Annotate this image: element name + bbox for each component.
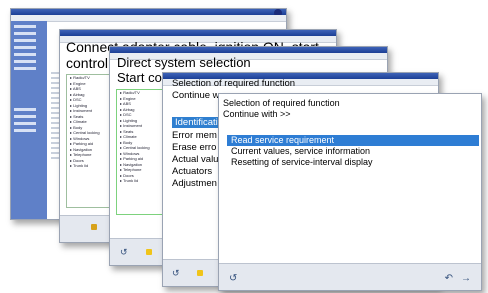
heading-line2: Continue w xyxy=(172,90,220,101)
sidebar-item[interactable] xyxy=(14,53,36,56)
function-item[interactable]: Erase erro xyxy=(172,142,216,153)
heading-line2: Continue with >> xyxy=(223,109,291,119)
function-list: Read service requirement Current values,… xyxy=(227,135,479,168)
function-item-current-values[interactable]: Current values, service information xyxy=(227,146,479,157)
forward-icon[interactable]: → xyxy=(461,273,471,284)
system-tree[interactable]: ▸ Radio/TV ▸ Engine ▸ ABS ▸ Airbag ▸ DSC ▸ Li… xyxy=(116,89,168,215)
warning-icon[interactable] xyxy=(91,224,97,230)
function-item[interactable]: Error mem xyxy=(172,130,217,141)
back-arrow-icon[interactable]: ↺ xyxy=(229,273,237,284)
heading-line1: Direct system selection xyxy=(117,55,251,70)
sidebar-item[interactable] xyxy=(14,46,36,49)
function-item-reset-service-interval[interactable]: Resetting of service-interval display xyxy=(227,157,479,168)
sidebar-item[interactable] xyxy=(14,129,36,132)
content-area: Selection of required function Continue … xyxy=(219,94,481,264)
menu-bar[interactable] xyxy=(11,15,286,22)
sidebar-item[interactable] xyxy=(14,108,36,111)
function-item[interactable]: Actuators xyxy=(172,166,212,177)
sidebar-item[interactable] xyxy=(14,25,36,28)
sidebar-item[interactable] xyxy=(14,60,36,63)
heading-line1: Selection of required function xyxy=(172,78,296,89)
sidebar-item[interactable] xyxy=(14,115,36,118)
sidebar xyxy=(11,21,47,219)
window-service-functions: Selection of required function Continue … xyxy=(218,93,482,291)
sidebar-item[interactable] xyxy=(14,32,36,35)
status-bar: ↺ ↶ → xyxy=(219,263,481,290)
function-item[interactable]: Actual valu xyxy=(172,154,218,165)
warning-icon[interactable] xyxy=(146,249,152,255)
warning-icon[interactable] xyxy=(197,270,203,276)
sidebar-item[interactable] xyxy=(14,39,36,42)
sidebar-item[interactable] xyxy=(14,122,36,125)
back-arrow-icon[interactable]: ↺ xyxy=(172,268,180,279)
function-item-read-service-requirement[interactable]: Read service requirement xyxy=(227,135,479,146)
back-arrow-icon[interactable]: ↺ xyxy=(120,247,128,258)
undo-icon[interactable]: ↶ xyxy=(445,273,453,284)
function-item[interactable]: Adjustmen xyxy=(172,178,217,189)
tree-item[interactable]: ▸ Trunk lid xyxy=(120,178,167,184)
function-item[interactable]: Identificati xyxy=(172,117,221,128)
heading-line1: Selection of required function xyxy=(223,98,340,108)
sidebar-item[interactable] xyxy=(14,67,36,70)
